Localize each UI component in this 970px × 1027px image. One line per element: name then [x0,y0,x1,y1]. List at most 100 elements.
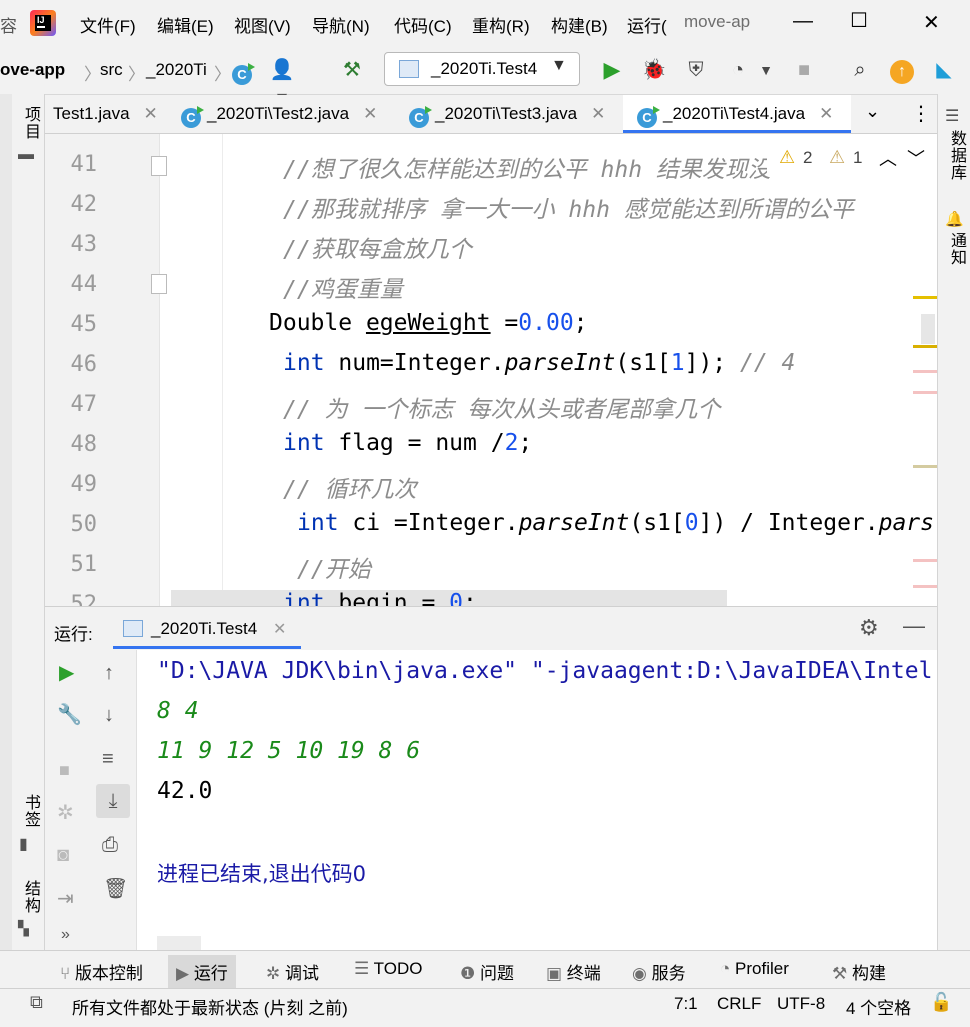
fold-marker-icon[interactable] [151,274,167,294]
coverage-shield-icon[interactable]: ⛨ [682,56,710,84]
class-icon[interactable]: C [228,56,256,85]
warning-stripe-marker[interactable] [913,345,937,348]
camera-icon[interactable]: ◙ [57,844,69,867]
console-output-line: 42.0 [157,778,213,804]
notification-bell-icon[interactable]: 🔔 [945,210,964,228]
tool-tab-terminal[interactable]: ▣ 终端 [546,959,601,984]
menu-build[interactable]: 构建(B) [551,12,608,37]
warning-icon: ⚠ [779,147,796,167]
inspection-widget[interactable]: ⚠ 2 ⚠ 1 ︿ ﹀ [767,144,937,174]
tab-test2[interactable]: C _2020Ti\Test2.java ✕ [181,95,377,133]
build-hammer-icon[interactable]: ⚒ [338,56,366,84]
rerun-icon[interactable]: ▶ [59,660,74,685]
warning-stripe-marker[interactable] [913,296,937,299]
gear-icon[interactable]: ⚙ [859,615,879,641]
structure-icon[interactable]: ▚ [18,920,29,937]
vertical-scrollbar-thumb[interactable] [921,314,935,344]
tab-test4[interactable]: C _2020Ti\Test4.java ✕ [623,95,851,133]
code-editor[interactable]: 41 42 43 44 45 46 47 48 49 50 51 52 //想了… [45,134,937,606]
structure-tool-tab[interactable]: 结构 [18,880,42,914]
minimize-panel-icon[interactable]: — [903,613,925,639]
user-account-icon[interactable]: 👤▾ [268,56,296,109]
tool-tab-run[interactable]: ▶ 运行 [168,955,236,988]
breadcrumb-src[interactable]: src [100,60,123,80]
print-icon[interactable]: ⎙ [102,834,118,857]
error-stripe-marker[interactable] [913,370,937,373]
more-options-icon[interactable]: ⋮ [911,101,931,126]
debug-bug-icon[interactable]: 🐞 [640,56,668,84]
line-number: 51 [70,552,98,577]
warning-stripe-marker[interactable] [913,465,937,468]
arrow-down-icon[interactable]: ↓ [104,704,114,727]
console-output[interactable]: "D:\JAVA JDK\bin\java.exe" "-javaagent:D… [137,650,937,950]
tab-test1[interactable]: Test1.java ✕ [53,95,158,133]
minimize-icon[interactable]: — [793,10,813,33]
panel-toggle-icon[interactable]: ⧉ [30,992,43,1013]
close-tab-icon[interactable]: ✕ [144,104,158,123]
stop-icon[interactable]: ■ [790,56,818,84]
database-icon[interactable]: ☰ [945,106,959,126]
fold-marker-icon[interactable] [151,156,167,176]
menu-refactor[interactable]: 重构(R) [472,12,530,37]
close-tab-icon[interactable]: ✕ [591,104,605,123]
bookmark-icon[interactable]: ▮ [19,834,28,854]
folder-icon[interactable]: ▬ [18,146,34,164]
exit-icon[interactable]: ⇥ [57,886,74,911]
tool-tab-services[interactable]: ◉ 服务 [632,959,686,984]
tab-test3[interactable]: C _2020Ti\Test3.java ✕ [409,95,605,133]
line-separator[interactable]: CRLF [717,994,761,1014]
run-configuration-selector[interactable]: _2020Ti.Test4 ▼ [384,52,580,86]
cursor-position[interactable]: 7:1 [674,994,698,1014]
chevron-up-icon[interactable]: ︿ [879,145,897,171]
soft-wrap-icon[interactable]: ≡ [102,748,114,771]
error-stripe-marker[interactable] [913,391,937,394]
file-encoding[interactable]: UTF-8 [777,994,825,1014]
jetbrains-toolbox-icon[interactable]: ◣ [930,56,958,84]
maximize-icon[interactable]: ☐ [850,8,868,33]
profile-icon[interactable]: ◔ [724,56,752,84]
indent-setting[interactable]: 4 个空格 [846,994,911,1019]
error-stripe-marker[interactable] [913,585,937,588]
menu-view[interactable]: 视图(V) [234,12,291,37]
menu-code[interactable]: 代码(C) [394,12,452,37]
tool-tab-profiler[interactable]: ◔ Profiler [720,959,789,979]
notifications-tool-tab[interactable]: 通知 [944,232,968,266]
project-tool-tab[interactable]: 项目 [18,106,42,140]
database-tool-tab[interactable]: 数据库 [944,130,968,181]
debug-bug-icon[interactable]: ✲ [57,800,74,825]
close-tab-icon[interactable]: ✕ [819,104,833,123]
menu-edit[interactable]: 编辑(E) [157,12,214,37]
menu-file[interactable]: 文件(F) [80,12,136,37]
lock-icon[interactable]: 🔓 [930,992,952,1013]
close-icon[interactable]: ✕ [923,10,940,35]
run-tab-test4[interactable]: _2020Ti.Test4 ✕ [113,607,301,649]
chevron-down-icon[interactable]: ▼ [752,56,780,84]
run-icon[interactable]: ▶ [598,56,626,84]
arrow-up-icon[interactable]: ↑ [104,662,114,685]
search-icon[interactable]: ⌕ [846,56,874,84]
breadcrumb-project[interactable]: ove-app [0,60,65,80]
bookmarks-tool-tab[interactable]: 书签 [18,794,42,828]
tool-tab-vcs[interactable]: ⑂ 版本控制 [60,959,143,984]
breadcrumb-package[interactable]: _2020Ti [146,60,207,80]
close-tab-icon[interactable]: ✕ [363,104,377,123]
scroll-to-end-icon[interactable]: ⤓ [96,784,130,818]
chevron-down-icon[interactable]: ⌄ [865,101,880,122]
more-icon[interactable]: » [61,926,70,944]
menu-run[interactable]: 运行( [627,12,667,37]
tool-tab-build[interactable]: ⚒ 构建 [832,959,886,984]
editor-tabs: Test1.java ✕ C _2020Ti\Test2.java ✕ C _2020T… [45,95,937,134]
trash-icon[interactable]: 🗑 [103,876,128,901]
tool-tab-debug[interactable]: ✲ 调试 [266,959,319,984]
close-tab-icon[interactable]: ✕ [273,619,286,639]
wrench-icon[interactable]: 🔧 [57,702,82,727]
error-stripe-marker[interactable] [913,559,937,562]
tool-tab-problems[interactable]: ❶ 问题 [460,959,514,984]
line-gutter: 41 42 43 44 45 46 47 48 49 50 51 52 [45,134,167,606]
chevron-down-icon[interactable]: ﹀ [907,145,925,171]
stop-icon[interactable]: ■ [59,760,70,781]
menu-navigate[interactable]: 导航(N) [312,12,370,37]
tool-tab-todo[interactable]: ☰ TODO [354,959,422,979]
update-icon[interactable]: ↑ [888,56,916,84]
console-scrollbar[interactable] [157,936,201,950]
